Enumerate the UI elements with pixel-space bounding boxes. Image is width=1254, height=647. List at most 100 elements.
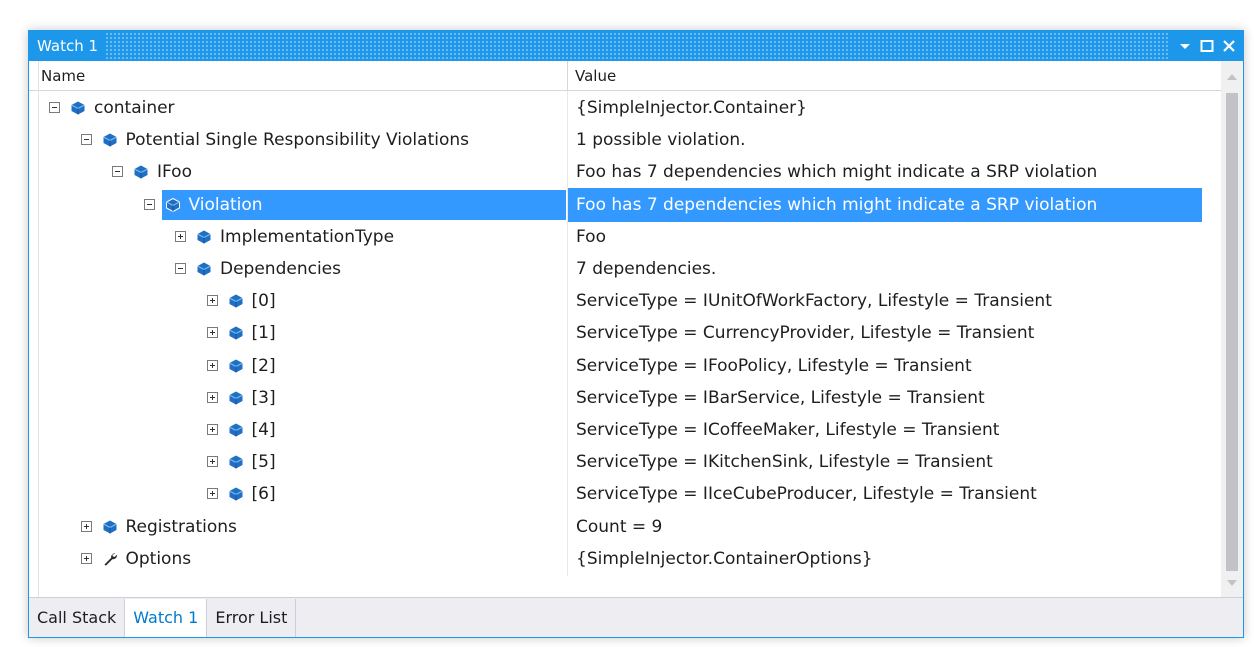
watch-row[interactable]: [1] ServiceType = CurrencyProvider, Lifes… [29, 316, 1221, 351]
row-name: Registrations [125, 516, 237, 537]
watch-row[interactable]: Violation Foo has 7 dependencies which mi… [29, 187, 1221, 222]
row-value[interactable]: ServiceType = IFooPolicy, Lifestyle = Tr… [568, 349, 1202, 383]
name-cell[interactable]: Violation [29, 188, 566, 222]
row-name: [0] [251, 291, 276, 312]
watch-window: Watch 1 Name Value container {SimpleInjec… [28, 30, 1244, 638]
collapse-icon[interactable] [143, 198, 155, 210]
expand-icon[interactable] [206, 424, 218, 435]
collapse-icon[interactable] [80, 134, 92, 146]
name-cell[interactable]: Options [29, 542, 566, 576]
row-value[interactable]: ServiceType = IIceCubeProducer, Lifestyl… [568, 477, 1202, 511]
column-header-row: Name Value [29, 61, 1221, 91]
window-controls [1169, 31, 1243, 61]
maximize-icon[interactable] [1199, 38, 1215, 54]
row-value[interactable]: 7 dependencies. [568, 252, 1202, 286]
watch-row[interactable]: Options {SimpleInjector.ContainerOptions} [29, 541, 1221, 576]
row-name: IFoo [157, 162, 192, 183]
object-icon [228, 293, 244, 309]
object-icon [228, 486, 244, 502]
row-value[interactable]: ServiceType = IBarService, Lifestyle = T… [568, 381, 1202, 415]
row-name: container [94, 98, 175, 118]
row-name: [5] [251, 452, 276, 473]
row-value[interactable]: Foo has 7 dependencies which might indic… [568, 187, 1202, 222]
expand-icon[interactable] [80, 520, 92, 532]
watch-row[interactable]: ImplementationType Foo [29, 219, 1221, 254]
row-value[interactable]: Count = 9 [568, 510, 1202, 544]
watch-grid: Name Value container {SimpleInjector.Cont… [29, 61, 1221, 597]
name-cell[interactable]: container [29, 91, 566, 125]
row-name: Potential Single Responsibility Violatio… [125, 130, 470, 151]
row-value[interactable]: {SimpleInjector.Container} [568, 91, 1202, 125]
watch-row[interactable]: [0] ServiceType = IUnitOfWorkFactory, Lif… [29, 284, 1221, 319]
name-cell[interactable]: [2] [29, 349, 566, 383]
object-icon [102, 132, 118, 148]
dropdown-arrow-icon[interactable] [1177, 38, 1193, 54]
watch-row[interactable]: container {SimpleInjector.Container} [29, 91, 1221, 125]
row-value[interactable]: {SimpleInjector.ContainerOptions} [568, 542, 1202, 576]
scrollbar-thumb[interactable] [1226, 93, 1238, 571]
row-name: Options [125, 548, 192, 569]
watch-row[interactable]: [2] ServiceType = IFooPolicy, Lifestyle =… [29, 348, 1221, 383]
object-icon [228, 422, 244, 438]
collapse-icon[interactable] [49, 102, 60, 113]
object-icon [165, 197, 181, 213]
close-icon[interactable] [1221, 38, 1237, 54]
expand-icon[interactable] [206, 456, 218, 468]
watch-row[interactable]: Potential Single Responsibility Violatio… [29, 123, 1221, 158]
tab-call-stack[interactable]: Call Stack [29, 598, 126, 637]
expand-icon[interactable] [206, 359, 218, 371]
name-cell[interactable]: [1] [29, 316, 566, 350]
column-header-value[interactable]: Value [575, 61, 616, 91]
row-name: [2] [251, 355, 276, 376]
row-value[interactable]: ServiceType = IUnitOfWorkFactory, Lifest… [568, 284, 1202, 318]
vertical-scrollbar[interactable] [1221, 61, 1243, 597]
scroll-down-icon[interactable] [1226, 579, 1238, 587]
row-value[interactable]: ServiceType = ICoffeeMaker, Lifestyle = … [568, 413, 1202, 447]
expand-icon[interactable] [206, 488, 218, 500]
row-name: [6] [251, 484, 276, 505]
name-cell[interactable]: [3] [29, 381, 566, 415]
expand-icon[interactable] [175, 230, 186, 242]
object-icon [228, 358, 244, 374]
row-value[interactable]: Foo [568, 220, 1202, 254]
object-icon [70, 100, 86, 116]
name-cell[interactable]: ImplementationType [29, 220, 566, 254]
watch-row[interactable]: [4] ServiceType = ICoffeeMaker, Lifestyle… [29, 413, 1221, 447]
name-cell[interactable]: [6] [29, 477, 566, 511]
row-value[interactable]: ServiceType = CurrencyProvider, Lifestyl… [568, 316, 1202, 350]
watch-row[interactable]: IFoo Foo has 7 dependencies which might i… [29, 155, 1221, 190]
name-cell[interactable]: Registrations [29, 510, 566, 544]
watch-row[interactable]: Dependencies 7 dependencies. [29, 252, 1221, 286]
name-cell[interactable]: Potential Single Responsibility Violatio… [29, 123, 566, 157]
watch-row[interactable]: [6] ServiceType = IIceCubeProducer, Lifes… [29, 477, 1221, 512]
tab-error-list[interactable]: Error List [207, 598, 297, 637]
name-cell[interactable]: [0] [29, 284, 566, 318]
object-icon [102, 519, 118, 535]
watch-row[interactable]: [5] ServiceType = IKitchenSink, Lifestyle… [29, 445, 1221, 480]
row-value[interactable]: Foo has 7 dependencies which might indic… [568, 155, 1202, 189]
row-name: ImplementationType [220, 226, 395, 247]
title-bar[interactable]: Watch 1 [29, 31, 1243, 61]
scroll-up-icon[interactable] [1226, 73, 1238, 81]
row-value[interactable]: 1 possible violation. [568, 123, 1202, 157]
collapse-icon[interactable] [175, 263, 186, 274]
expand-icon[interactable] [206, 327, 218, 339]
column-header-name[interactable]: Name [41, 61, 551, 91]
tool-window-tabs: Call Stack Watch 1 Error List [29, 597, 1243, 637]
name-cell[interactable]: IFoo [29, 155, 566, 189]
object-icon [133, 164, 149, 180]
expand-icon[interactable] [206, 295, 218, 307]
tab-watch-1[interactable]: Watch 1 [125, 598, 208, 637]
expand-icon[interactable] [206, 391, 218, 403]
wrench-icon [102, 551, 118, 567]
expand-icon[interactable] [80, 552, 92, 564]
window-title: Watch 1 [29, 31, 107, 61]
name-cell[interactable]: [4] [29, 413, 566, 447]
name-cell[interactable]: [5] [29, 445, 566, 479]
watch-row[interactable]: [3] ServiceType = IBarService, Lifestyle … [29, 380, 1221, 415]
collapse-icon[interactable] [112, 166, 123, 178]
name-cell[interactable]: Dependencies [29, 252, 566, 286]
row-value[interactable]: ServiceType = IKitchenSink, Lifestyle = … [568, 445, 1202, 479]
column-resize-handle[interactable] [567, 61, 568, 91]
watch-row[interactable]: Registrations Count = 9 [29, 509, 1221, 544]
